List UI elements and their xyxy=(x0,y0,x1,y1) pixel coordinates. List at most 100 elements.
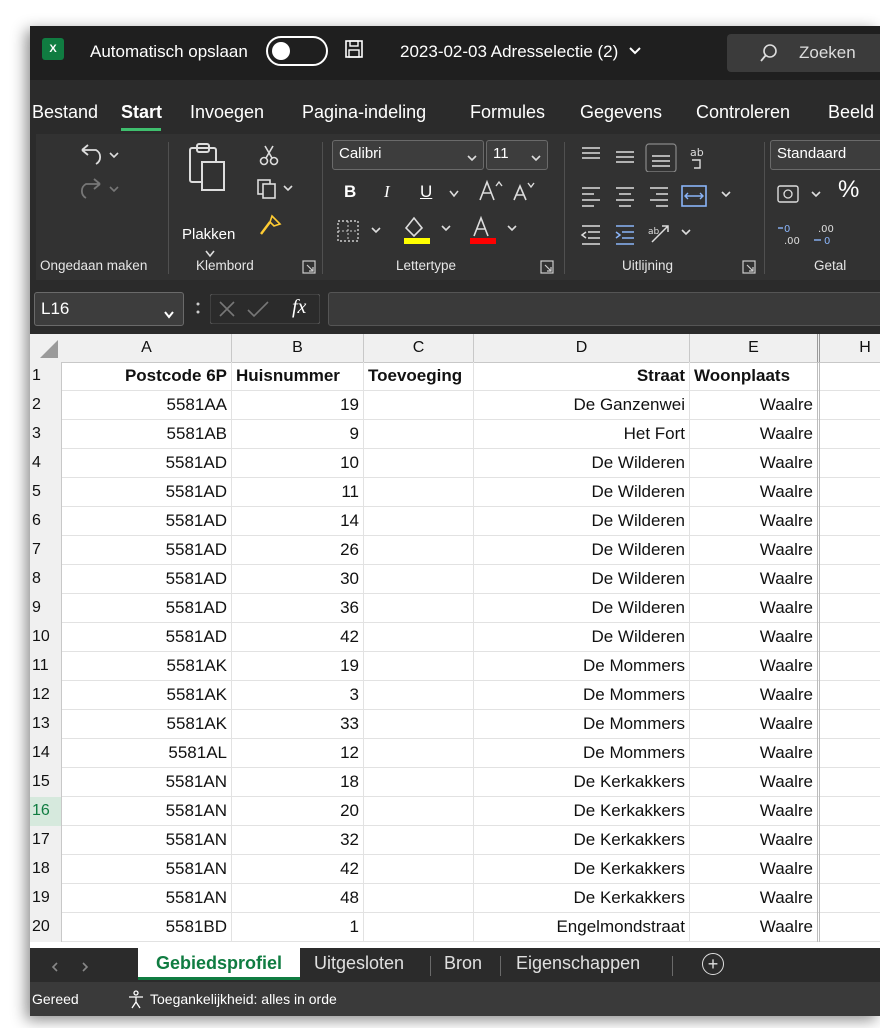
cell-postcode[interactable]: 5581AK xyxy=(62,681,232,710)
cell-toevoeging[interactable] xyxy=(364,565,474,594)
cell-toevoeging[interactable] xyxy=(364,420,474,449)
row-header[interactable]: 19 xyxy=(30,884,62,913)
cell-h[interactable] xyxy=(820,420,880,449)
cell-h[interactable] xyxy=(820,768,880,797)
row-header[interactable]: 8 xyxy=(30,565,62,594)
cell-postcode[interactable]: 5581AN xyxy=(62,797,232,826)
header-cell[interactable]: Toevoeging xyxy=(364,362,474,391)
cell-toevoeging[interactable] xyxy=(364,623,474,652)
font-color-icon[interactable] xyxy=(468,214,528,246)
cell-toevoeging[interactable] xyxy=(364,884,474,913)
italic-button[interactable]: I xyxy=(384,182,390,202)
file-name[interactable]: 2023-02-03 Adresselectie (2) xyxy=(400,42,618,62)
row-header[interactable]: 1 xyxy=(30,362,62,391)
cell-straat[interactable]: De Mommers xyxy=(474,652,690,681)
cell-straat[interactable]: De Kerkakkers xyxy=(474,797,690,826)
row-header[interactable]: 6 xyxy=(30,507,62,536)
cell-straat[interactable]: De Wilderen xyxy=(474,507,690,536)
cell-h[interactable] xyxy=(820,855,880,884)
cell-huisnummer[interactable]: 14 xyxy=(232,507,364,536)
cell-toevoeging[interactable] xyxy=(364,681,474,710)
row-header[interactable]: 11 xyxy=(30,652,62,681)
tab-controleren[interactable]: Controleren xyxy=(696,102,790,123)
cell-toevoeging[interactable] xyxy=(364,449,474,478)
cell-toevoeging[interactable] xyxy=(364,768,474,797)
cell-woonplaats[interactable]: Waalre xyxy=(690,565,820,594)
cell-h[interactable] xyxy=(820,739,880,768)
vertical-align-icons[interactable]: ab xyxy=(578,142,738,173)
cell-huisnummer[interactable]: 9 xyxy=(232,420,364,449)
cell-toevoeging[interactable] xyxy=(364,507,474,536)
tab-pagina-indeling[interactable]: Pagina-indeling xyxy=(302,102,426,123)
cell-straat[interactable]: De Mommers xyxy=(474,710,690,739)
cell-woonplaats[interactable]: Waalre xyxy=(690,681,820,710)
dialog-launcher-icon[interactable] xyxy=(540,260,554,274)
cell-huisnummer[interactable]: 12 xyxy=(232,739,364,768)
cell-woonplaats[interactable]: Waalre xyxy=(690,623,820,652)
accessibility-icon[interactable] xyxy=(126,989,146,1009)
cell-h[interactable] xyxy=(820,710,880,739)
column-header-e[interactable]: E xyxy=(690,334,820,362)
cell-toevoeging[interactable] xyxy=(364,739,474,768)
decimal-adjust-icons[interactable]: 0.00.00 0 xyxy=(776,220,846,248)
cell-h[interactable] xyxy=(820,681,880,710)
cell-straat[interactable]: De Kerkakkers xyxy=(474,826,690,855)
row-header[interactable]: 17 xyxy=(30,826,62,855)
cell-toevoeging[interactable] xyxy=(364,594,474,623)
select-all-button[interactable] xyxy=(30,334,62,362)
row-header[interactable]: 16 xyxy=(30,797,62,826)
cell-postcode[interactable]: 5581AD xyxy=(62,594,232,623)
cell-huisnummer[interactable]: 19 xyxy=(232,391,364,420)
cell-straat[interactable]: De Wilderen xyxy=(474,478,690,507)
cell-straat[interactable]: De Wilderen xyxy=(474,565,690,594)
paste-label[interactable]: Plakken xyxy=(182,226,235,243)
cell-huisnummer[interactable]: 30 xyxy=(232,565,364,594)
cell-woonplaats[interactable]: Waalre xyxy=(690,449,820,478)
row-header[interactable]: 10 xyxy=(30,623,62,652)
redo-button[interactable] xyxy=(76,176,122,202)
cell-h[interactable] xyxy=(820,826,880,855)
cell-toevoeging[interactable] xyxy=(364,391,474,420)
tab-invoegen[interactable]: Invoegen xyxy=(190,102,264,123)
fill-color-icon[interactable] xyxy=(402,214,462,246)
header-cell[interactable]: Huisnummer xyxy=(232,362,364,391)
cell-postcode[interactable]: 5581AD xyxy=(62,507,232,536)
header-cell[interactable]: Woonplaats xyxy=(690,362,820,391)
row-header[interactable]: 5 xyxy=(30,478,62,507)
cell-huisnummer[interactable]: 19 xyxy=(232,652,364,681)
column-header-b[interactable]: B xyxy=(232,334,364,362)
cell-h[interactable] xyxy=(820,652,880,681)
scroll-left-icon[interactable] xyxy=(48,958,62,972)
cell-h[interactable] xyxy=(820,884,880,913)
bold-button[interactable]: B xyxy=(344,182,356,202)
formula-input[interactable] xyxy=(328,292,880,326)
cell-postcode[interactable]: 5581AK xyxy=(62,710,232,739)
cell-h[interactable] xyxy=(820,623,880,652)
cell-h[interactable] xyxy=(820,391,880,420)
row-header[interactable]: 18 xyxy=(30,855,62,884)
insert-function-button[interactable]: fx xyxy=(292,296,306,319)
column-header-a[interactable]: A xyxy=(62,334,232,362)
sheet-tab-eigenschappen[interactable]: Eigenschappen xyxy=(516,953,640,974)
column-header-c[interactable]: C xyxy=(364,334,474,362)
cell-postcode[interactable]: 5581AN xyxy=(62,855,232,884)
cell-postcode[interactable]: 5581AA xyxy=(62,391,232,420)
cell-h[interactable] xyxy=(820,797,880,826)
cell-postcode[interactable]: 5581AD xyxy=(62,478,232,507)
row-header[interactable]: 2 xyxy=(30,391,62,420)
cell-postcode[interactable]: 5581AK xyxy=(62,652,232,681)
chevron-down-icon[interactable] xyxy=(448,186,460,198)
cell-straat[interactable]: De Mommers xyxy=(474,681,690,710)
row-header[interactable]: 14 xyxy=(30,739,62,768)
row-header[interactable]: 15 xyxy=(30,768,62,797)
row-header[interactable]: 12 xyxy=(30,681,62,710)
font-name-select[interactable]: Calibri xyxy=(332,140,484,170)
cell-huisnummer[interactable]: 20 xyxy=(232,797,364,826)
cell-straat[interactable]: De Wilderen xyxy=(474,623,690,652)
cell-postcode[interactable]: 5581AN xyxy=(62,884,232,913)
cell-postcode[interactable]: 5581AL xyxy=(62,739,232,768)
cell-straat[interactable]: De Wilderen xyxy=(474,594,690,623)
cell-straat[interactable]: Engelmondstraat xyxy=(474,913,690,942)
cell-straat[interactable]: De Kerkakkers xyxy=(474,884,690,913)
cell-straat[interactable]: De Wilderen xyxy=(474,449,690,478)
